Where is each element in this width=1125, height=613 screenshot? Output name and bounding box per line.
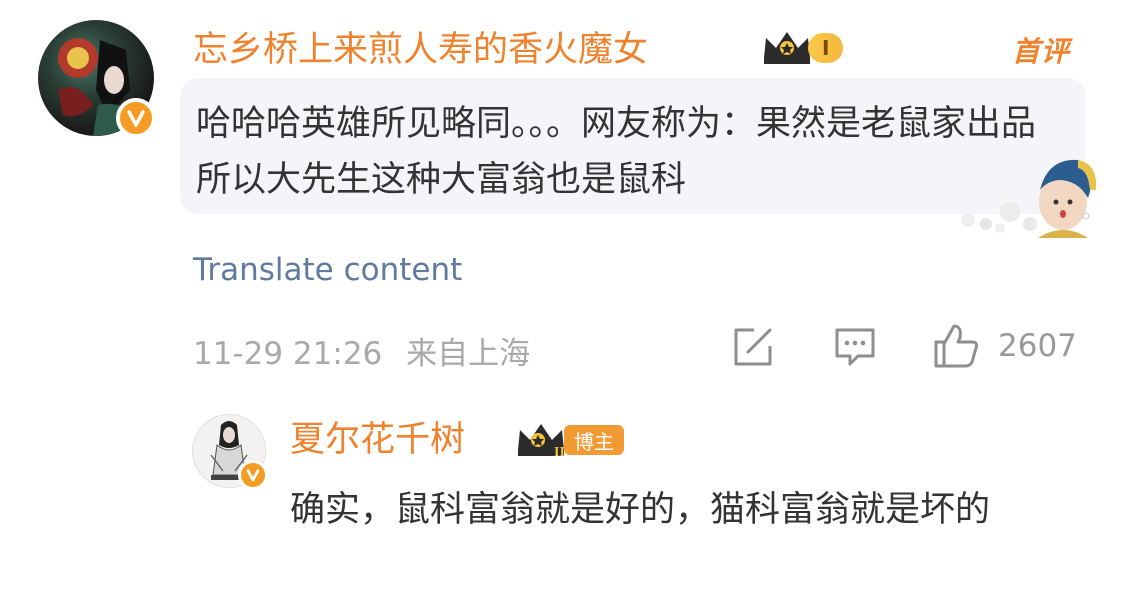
comment-timestamp: 11-29 21:26 [193, 336, 383, 372]
reply-verified-badge [238, 460, 268, 490]
like-count: 2607 [998, 328, 1077, 364]
bubble-sticker-icon [938, 150, 1103, 238]
fan-level-badge[interactable]: I [760, 28, 844, 68]
like-icon[interactable] [932, 322, 980, 370]
crown-icon: II [518, 424, 565, 460]
verified-v-icon [127, 110, 145, 127]
comment-location: 来自上海 [406, 336, 531, 372]
crown-icon [764, 32, 810, 64]
verified-badge [116, 98, 156, 138]
reply-text: 确实，鼠科富翁就是好的，猫科富翁就是坏的 [290, 490, 991, 530]
translate-link[interactable]: Translate content [193, 252, 462, 288]
verified-v-icon [246, 469, 260, 482]
share-icon[interactable] [732, 326, 774, 368]
comment-icon[interactable] [834, 327, 876, 367]
blogger-label: 博主 [564, 425, 624, 455]
commenter-username[interactable]: 忘乡桥上来煎人寿的香火魔女 [193, 33, 648, 68]
top-comment-tag: 首评 [1012, 35, 1071, 68]
comment-meta: 11-29 21:26 来自上海 [193, 328, 530, 373]
replier-username[interactable]: 夏尔花千树 [290, 423, 465, 458]
blogger-badge[interactable]: II 博主 [514, 420, 624, 460]
fan-level-label: I [808, 33, 844, 63]
